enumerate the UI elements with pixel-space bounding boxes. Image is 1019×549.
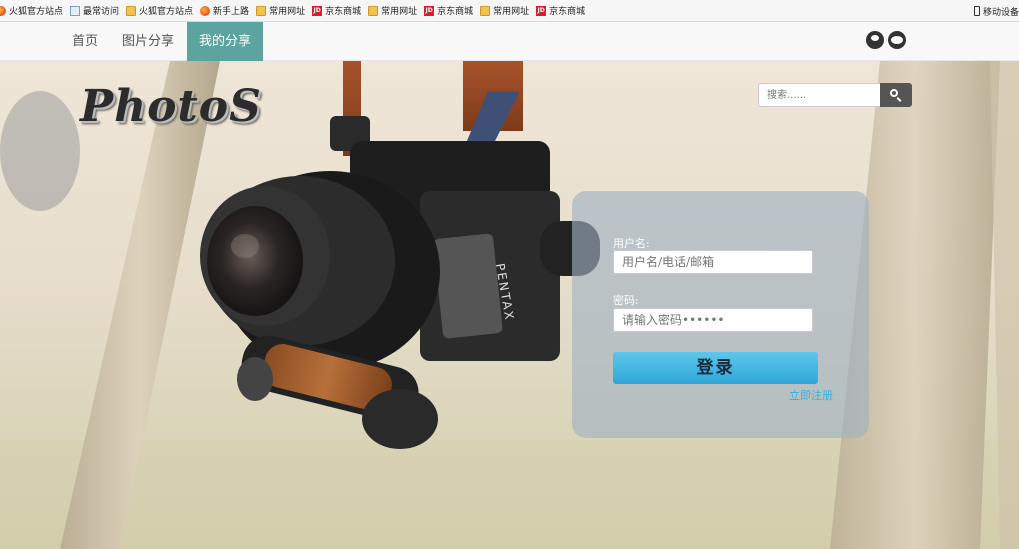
- jd-icon: JD: [536, 5, 547, 16]
- bookmark-item[interactable]: JD 京东商城: [312, 4, 361, 17]
- firefox-icon: [200, 5, 211, 16]
- site-navbar: 首页 图片分享 我的分享: [0, 22, 1019, 61]
- bookmark-label: 京东商城: [549, 7, 586, 17]
- qq-icon[interactable]: [866, 31, 884, 49]
- bookmark-label: 火狐官方站点: [139, 7, 194, 17]
- nav-photo-share[interactable]: 图片分享: [110, 22, 186, 61]
- page-icon: [70, 5, 81, 16]
- login-button[interactable]: 登录: [613, 352, 818, 384]
- folder-icon: [126, 5, 137, 16]
- bookmark-item[interactable]: 火狐官方站点: [0, 4, 63, 17]
- folder-icon: [480, 5, 491, 16]
- bookmark-label: 京东商城: [437, 7, 474, 17]
- bookmark-label: 京东商城: [325, 7, 362, 17]
- hero-banner: PENTAX PhotoS 用户名: 密码: 登录 立即注册: [0, 61, 1019, 549]
- jd-icon: JD: [312, 5, 323, 16]
- bookmark-item[interactable]: 常用网址: [256, 4, 305, 17]
- folder-icon: [256, 5, 267, 16]
- firefox-icon: [0, 5, 6, 16]
- bookmark-label: 最常访问: [83, 7, 120, 17]
- bookmark-item[interactable]: 火狐官方站点: [126, 4, 193, 17]
- bookmark-label: 常用网址: [381, 7, 418, 17]
- password-label: 密码:: [613, 294, 639, 307]
- search-input[interactable]: [758, 83, 880, 107]
- bookmark-label: 新手上路: [213, 7, 250, 17]
- nav-home[interactable]: 首页: [60, 22, 110, 61]
- username-input[interactable]: [613, 250, 813, 274]
- social-icons: [866, 31, 906, 49]
- wechat-icon[interactable]: [888, 31, 906, 49]
- bookmark-item[interactable]: JD 京东商城: [536, 4, 585, 17]
- nav-my-share[interactable]: 我的分享: [187, 22, 264, 61]
- bookmark-item[interactable]: 新手上路: [200, 4, 249, 17]
- username-label: 用户名:: [613, 237, 650, 250]
- search-button[interactable]: [880, 83, 912, 107]
- bookmark-label: 常用网址: [269, 7, 306, 17]
- search-icon: [890, 89, 898, 97]
- bookmarks-toolbar: 火狐官方站点 最常访问 火狐官方站点 新手上路 常用网址 JD 京东商城 常用网…: [0, 0, 1019, 22]
- password-input[interactable]: [613, 308, 813, 332]
- bookmark-item[interactable]: 常用网址: [368, 4, 417, 17]
- site-logo[interactable]: PhotoS: [80, 81, 262, 132]
- bookmark-label: 火狐官方站点: [9, 7, 64, 17]
- jd-icon: JD: [424, 5, 435, 16]
- bookmark-item[interactable]: 常用网址: [480, 4, 529, 17]
- search-form: [758, 83, 912, 107]
- mobile-bookmarks[interactable]: 移动设备: [973, 0, 1019, 22]
- login-form: 用户名: 密码: 登录 立即注册: [572, 191, 869, 438]
- folder-icon: [368, 5, 379, 16]
- bookmark-label: 常用网址: [493, 7, 530, 17]
- bookmark-item[interactable]: JD 京东商城: [424, 4, 473, 17]
- mobile-bookmarks-label: 移动设备: [982, 7, 1019, 18]
- register-link[interactable]: 立即注册: [789, 387, 833, 403]
- mobile-icon: [973, 6, 980, 16]
- bookmark-item[interactable]: 最常访问: [70, 4, 119, 17]
